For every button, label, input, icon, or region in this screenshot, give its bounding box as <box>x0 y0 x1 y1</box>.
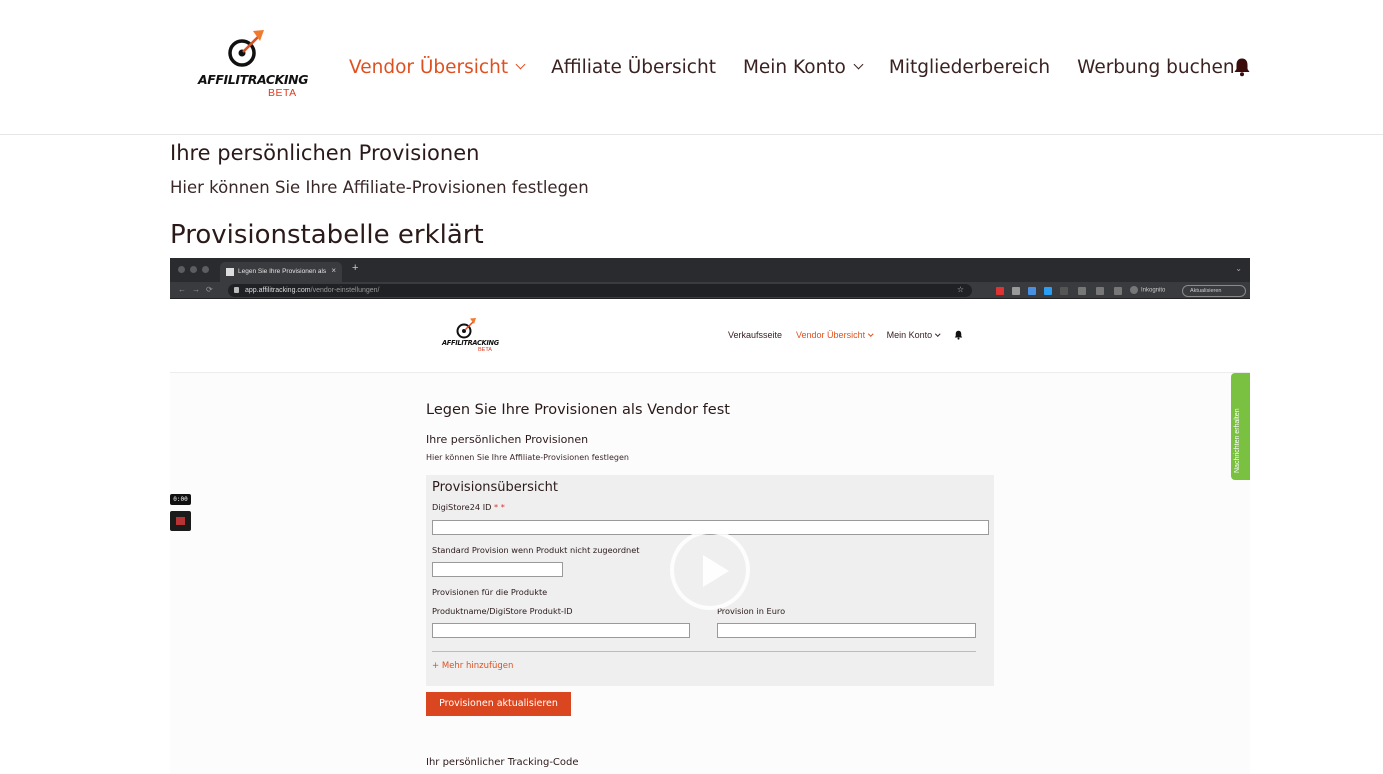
site-header: AFFILITRACKING BETA Vendor Übersicht Aff… <box>0 0 1383 135</box>
nav-werbung-buchen[interactable]: Werbung buchen <box>1077 57 1235 78</box>
extension-icon <box>996 287 1004 295</box>
close-icon: × <box>331 266 336 275</box>
nav-label: Vendor Übersicht <box>349 56 509 78</box>
nav-label: Mein Konto <box>742 56 846 78</box>
inner-nav: Verkaufsseite Vendor Übersicht Mein Kont… <box>728 330 963 340</box>
standard-provision-label: Standard Provision wenn Produkt nicht zu… <box>432 545 640 555</box>
logo-text: AFFILITRACKING <box>198 72 309 87</box>
browser-toolbar: ←→⟳ app.affilitracking.com/vendor-einste… <box>170 282 1250 299</box>
bell-icon <box>954 330 962 340</box>
extension-icon <box>1012 287 1020 295</box>
chevron-down-icon <box>515 59 526 70</box>
chevron-down-icon <box>868 331 874 337</box>
target-logo-icon <box>228 30 264 67</box>
extension-icon <box>1028 287 1036 295</box>
lock-icon <box>234 287 239 293</box>
url-host: app.affilitracking.com <box>245 287 311 294</box>
inner-logo-text: AFFILITRACKING <box>442 339 499 347</box>
nav-vendor-uebersicht[interactable]: Vendor Übersicht <box>349 56 526 78</box>
inner-logo: AFFILITRACKING BETA <box>440 317 499 357</box>
new-tab-icon: + <box>352 262 359 274</box>
product-name-label: Produktname/DigiStore Produkt-ID <box>432 606 573 616</box>
extension-icon <box>1044 287 1052 295</box>
inner-page-description: Hier können Sie Ihre Affiliate-Provision… <box>426 453 629 462</box>
video-timestamp: 0:00 <box>170 494 191 505</box>
incognito-icon <box>1130 286 1138 294</box>
nav-label: Affiliate Übersicht <box>551 56 716 78</box>
nav-mitgliederbereich[interactable]: Mitgliederbereich <box>889 57 1050 78</box>
star-icon: ☆ <box>956 285 964 294</box>
update-provisions-button: Provisionen aktualisieren <box>426 692 571 716</box>
inner-nav-label: Verkaufsseite <box>728 330 783 340</box>
page-description: Hier können Sie Ihre Affiliate-Provision… <box>170 178 589 197</box>
incognito-indicator: Inkognito <box>1130 286 1165 294</box>
nav-affiliate-uebersicht[interactable]: Affiliate Übersicht <box>551 57 716 78</box>
digistore-label: DigiStore24 ID * * <box>432 502 505 512</box>
inner-nav-mein-konto: Mein Konto <box>886 330 941 340</box>
incognito-label: Inkognito <box>1141 287 1166 294</box>
inner-site-header: AFFILITRACKING BETA Verkaufsseite Vendor… <box>170 299 1250 373</box>
standard-provision-field <box>432 562 563 577</box>
chevron-down-icon <box>853 59 864 70</box>
side-tab-label: Nachrichten erhalten <box>1234 408 1241 473</box>
panel-title: Provisionsübersicht <box>432 480 558 495</box>
stop-icon <box>176 517 185 525</box>
inner-page-subtitle: Ihre persönlichen Provisionen <box>426 433 589 446</box>
bell-icon[interactable] <box>1233 57 1251 77</box>
add-more-link: + Mehr hinzufügen <box>432 661 514 671</box>
download-icon <box>1096 287 1104 295</box>
inner-page-title: Legen Sie Ihre Provisionen als Vendor fe… <box>426 402 730 418</box>
nav-mein-konto[interactable]: Mein Konto <box>742 56 864 78</box>
product-euro-field <box>717 623 976 638</box>
product-name-field <box>432 623 690 638</box>
products-label: Provisionen für die Produkte <box>432 587 548 597</box>
browser-update-button: Aktualisieren <box>1182 285 1246 297</box>
url-path: /vendor-einstellungen/ <box>310 287 380 294</box>
back-forward-reload-icons: ←→⟳ <box>178 285 219 294</box>
nav-label: Werbung buchen <box>1077 56 1235 78</box>
chevron-down-icon: ⌄ <box>1235 264 1242 273</box>
inner-nav-vendor-uebersicht: Vendor Übersicht <box>796 330 874 340</box>
notifications-side-tab: Nachrichten erhalten <box>1231 373 1250 480</box>
target-logo-icon <box>456 318 476 339</box>
digistore-label-text: DigiStore24 ID <box>432 502 492 512</box>
browser-tab: Legen Sie Ihre Provisionen als × <box>220 262 342 282</box>
inner-logo-beta: BETA <box>478 347 492 353</box>
product-euro-label: Provision in Euro <box>717 606 786 616</box>
site-logo[interactable]: AFFILITRACKING BETA <box>198 28 308 100</box>
divider <box>432 651 976 652</box>
inner-nav-label: Mein Konto <box>886 330 933 340</box>
favicon-icon <box>226 268 234 276</box>
extension-icon <box>1060 287 1068 295</box>
page-heading: Ihre persönlichen Provisionen <box>170 141 480 165</box>
required-marker: * * <box>494 502 505 512</box>
inner-nav-verkaufsseite: Verkaufsseite <box>728 330 782 340</box>
browser-tab-bar: Legen Sie Ihre Provisionen als × + ⌄ <box>170 258 1250 282</box>
play-icon[interactable] <box>670 530 750 610</box>
tracking-code-heading: Ihr persönlicher Tracking-Code <box>426 757 579 768</box>
chevron-down-icon <box>935 331 941 337</box>
main-nav: Vendor Übersicht Affiliate Übersicht Mei… <box>349 55 1262 79</box>
sidepanel-icon <box>1114 287 1122 295</box>
inner-nav-label: Vendor Übersicht <box>796 330 866 340</box>
section-heading: Provisionstabelle erklärt <box>170 220 484 250</box>
video-player[interactable]: Legen Sie Ihre Provisionen als × + ⌄ ←→⟳… <box>170 258 1250 774</box>
window-controls <box>178 266 209 273</box>
video-stop-button[interactable] <box>170 511 191 531</box>
address-bar: app.affilitracking.com/vendor-einstellun… <box>228 284 972 297</box>
logo-beta-badge: BETA <box>268 87 297 99</box>
puzzle-icon <box>1078 287 1086 295</box>
nav-label: Mitgliederbereich <box>888 56 1051 78</box>
tab-title: Legen Sie Ihre Provisionen als <box>238 268 327 275</box>
